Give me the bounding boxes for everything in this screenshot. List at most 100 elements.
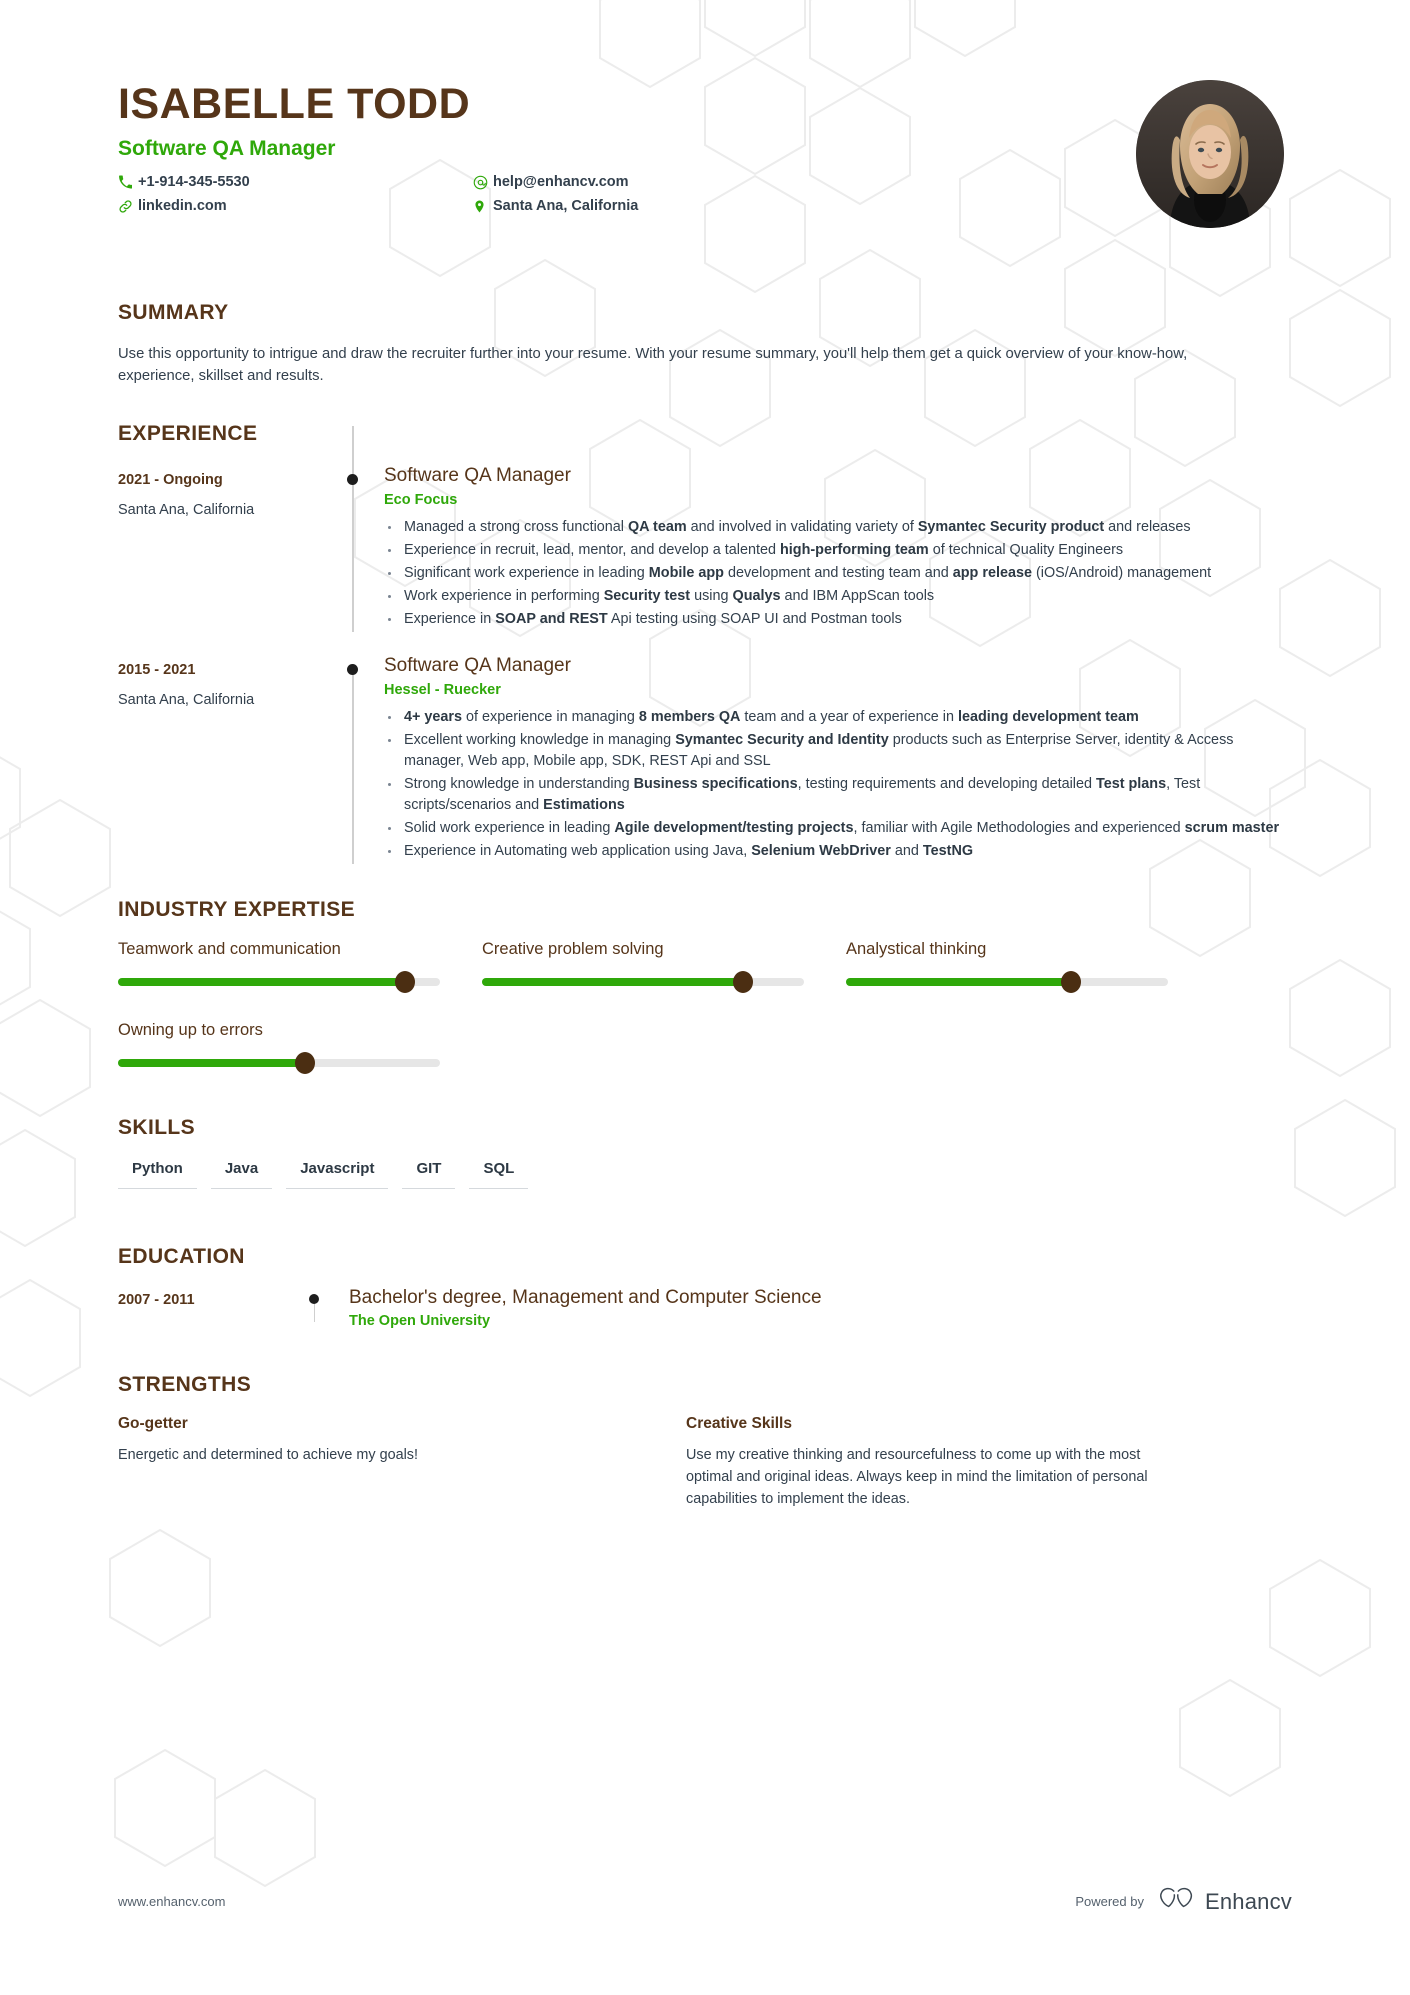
slider-knob[interactable]	[394, 971, 415, 994]
education-school: The Open University	[349, 1313, 491, 1330]
slider-fill	[118, 978, 405, 987]
expertise-slider[interactable]	[118, 1052, 440, 1075]
slider-knob[interactable]	[732, 971, 753, 994]
section-education: EDUCATION 2007 - 2011 Bachelor's degree, …	[118, 1245, 1292, 1329]
footer-branding: Powered by Enhancv	[1075, 1886, 1292, 1917]
experience-bullet: Strong knowledge in understanding Busine…	[384, 774, 1292, 816]
expertise-item: Teamwork and communication	[118, 940, 440, 1021]
section-skills: SKILLS Python Java Javascript GIT SQL	[118, 1116, 1292, 1190]
experience-bullet-list: 4+ years of experience in managing 8 mem…	[384, 707, 1292, 862]
expertise-label: Teamwork and communication	[118, 940, 341, 959]
link-icon	[118, 199, 138, 214]
footer-website-url[interactable]: www.enhancv.com	[118, 1894, 225, 1909]
skill-chip: Python	[118, 1158, 197, 1190]
section-summary: SUMMARY Use this opportunity to intrigue…	[118, 301, 1292, 388]
education-timeline	[293, 1287, 349, 1329]
expertise-item: Owning up to errors	[118, 1021, 440, 1102]
experience-location: Santa Ana, California	[118, 501, 255, 518]
contact-phone[interactable]: +1-914-345-5530	[118, 174, 473, 190]
slider-knob[interactable]	[1061, 971, 1082, 994]
experience-company: Eco Focus	[384, 491, 458, 508]
experience-bullet: Significant work experience in leading M…	[384, 563, 1292, 584]
header-text-block: ISABELLE TODD Software QA Manager +1-914…	[118, 72, 1136, 214]
education-list: 2007 - 2011 Bachelor's degree, Management…	[118, 1287, 1292, 1329]
experience-bullet-list: Managed a strong cross functional QA tea…	[384, 517, 1292, 630]
expertise-item: Analystical thinking	[846, 940, 1168, 1021]
expertise-label: Owning up to errors	[118, 1021, 263, 1040]
avatar	[1136, 80, 1284, 228]
education-meta: 2007 - 2011	[118, 1287, 293, 1329]
skills-heading: SKILLS	[118, 1116, 196, 1140]
experience-bullet: Experience in recruit, lead, mentor, and…	[384, 540, 1292, 561]
phone-icon	[118, 175, 138, 189]
contact-location[interactable]: Santa Ana, California	[473, 198, 828, 214]
experience-timeline	[328, 654, 384, 865]
contact-linkedin-text: linkedin.com	[138, 198, 227, 215]
industry-expertise-heading: INDUSTRY EXPERTISE	[118, 898, 356, 922]
section-industry-expertise: INDUSTRY EXPERTISE Teamwork and communic…	[118, 898, 1292, 1102]
experience-bullet: 4+ years of experience in managing 8 mem…	[384, 707, 1292, 728]
expertise-label: Analystical thinking	[846, 940, 987, 959]
contact-email[interactable]: help@enhancv.com	[473, 174, 828, 190]
strength-title: Go-getter	[118, 1415, 188, 1433]
powered-by-label: Powered by	[1075, 1894, 1144, 1909]
experience-heading: EXPERIENCE	[118, 421, 258, 445]
timeline-dot	[309, 1294, 319, 1305]
timeline-dot	[347, 473, 358, 485]
experience-bullet: Work experience in performing Security t…	[384, 586, 1292, 607]
education-heading: EDUCATION	[118, 1245, 245, 1269]
experience-bullet: Managed a strong cross functional QA tea…	[384, 517, 1292, 538]
section-experience: EXPERIENCE 2021 - Ongoing Santa Ana, Cali…	[118, 421, 1292, 865]
experience-entry: 2015 - 2021 Santa Ana, California Software…	[118, 654, 1292, 865]
experience-bullet: Experience in SOAP and REST Api testing …	[384, 609, 1292, 630]
summary-text: Use this opportunity to intrigue and dra…	[118, 346, 1188, 385]
strength-text: Energetic and determined to achieve my g…	[118, 1447, 418, 1464]
experience-location: Santa Ana, California	[118, 692, 255, 709]
contact-location-text: Santa Ana, California	[493, 198, 639, 215]
avatar-photo	[1136, 80, 1284, 228]
experience-entry: 2021 - Ongoing Santa Ana, California Softw…	[118, 425, 1292, 633]
experience-bullet: Solid work experience in leading Agile d…	[384, 818, 1292, 839]
expertise-slider[interactable]	[482, 971, 804, 994]
enhancv-brand-name: Enhancv	[1204, 1888, 1292, 1914]
experience-date: 2021 - Ongoing	[118, 471, 223, 488]
contact-email-text: help@enhancv.com	[493, 174, 629, 191]
contact-phone-text: +1-914-345-5530	[138, 174, 250, 191]
experience-bullet: Experience in Automating web application…	[384, 841, 1292, 862]
experience-details: Software QA Manager Hessel - Ruecker 4+ ye…	[384, 654, 1292, 864]
resume-footer: www.enhancv.com Powered by Enhancv	[118, 1886, 1292, 1917]
contact-linkedin[interactable]: linkedin.com	[118, 198, 473, 214]
experience-bullet: Excellent working knowledge in managing …	[384, 730, 1292, 772]
contact-list: +1-914-345-5530 help@enhancv.com linkedi…	[118, 174, 828, 214]
experience-details: Software QA Manager Eco Focus Managed a st…	[384, 464, 1292, 632]
experience-date: 2015 - 2021	[118, 662, 196, 679]
resume-header: ISABELLE TODD Software QA Manager +1-914…	[118, 72, 1292, 267]
summary-heading: SUMMARY	[118, 301, 229, 324]
resume-content: ISABELLE TODD Software QA Manager +1-914…	[0, 0, 1410, 1510]
skill-chip: SQL	[469, 1158, 529, 1190]
experience-role: Software QA Manager	[384, 464, 571, 486]
strengths-heading: STRENGTHS	[118, 1373, 252, 1397]
education-degree: Bachelor's degree, Management and Comput…	[349, 1287, 822, 1309]
slider-fill	[846, 978, 1072, 987]
section-strengths: STRENGTHS Go-getter Energetic and determi…	[118, 1373, 1292, 1510]
strength-item: Creative Skills Use my creative thinking …	[686, 1415, 1166, 1510]
email-icon	[473, 175, 493, 190]
experience-meta: 2021 - Ongoing Santa Ana, California	[118, 464, 328, 632]
strength-title: Creative Skills	[686, 1415, 792, 1433]
enhancv-brand[interactable]: Enhancv	[1158, 1886, 1292, 1917]
header-job-title: Software QA Manager	[118, 137, 336, 161]
strength-item: Go-getter Energetic and determined to ach…	[118, 1415, 598, 1510]
skill-chip: Javascript	[286, 1158, 389, 1190]
location-icon	[473, 199, 493, 214]
skill-chip: GIT	[402, 1158, 456, 1190]
timeline-line	[352, 425, 354, 633]
expertise-slider[interactable]	[118, 971, 440, 994]
expertise-item: Creative problem solving	[482, 940, 804, 1021]
experience-list: 2021 - Ongoing Santa Ana, California Softw…	[118, 425, 1292, 865]
expertise-label: Creative problem solving	[482, 940, 664, 959]
experience-timeline	[328, 425, 384, 633]
expertise-slider[interactable]	[846, 971, 1168, 994]
slider-knob[interactable]	[294, 1052, 315, 1075]
education-details: Bachelor's degree, Management and Comput…	[349, 1287, 1292, 1329]
